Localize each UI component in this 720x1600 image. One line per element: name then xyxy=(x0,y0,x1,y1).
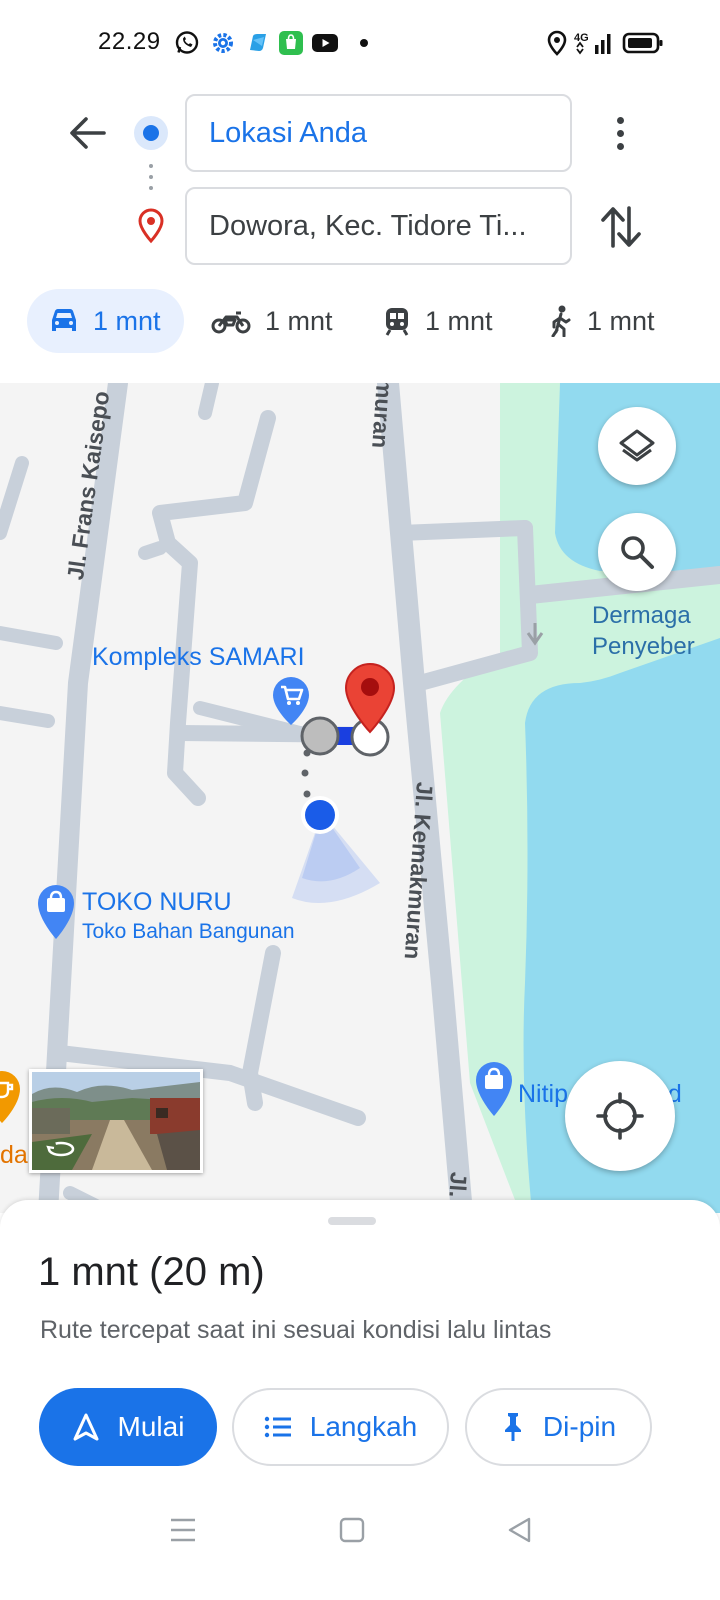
navigation-arrow-icon xyxy=(73,1413,99,1441)
tab-motorcycle-label: 1 mnt xyxy=(265,305,333,336)
layers-button[interactable] xyxy=(598,407,676,485)
back-triangle-icon xyxy=(508,1517,531,1543)
dot-icon xyxy=(360,39,368,47)
tab-walk[interactable]: 1 mnt xyxy=(525,289,675,353)
route-bottom-sheet: 1 mnt (20 m) Rute tercepat saat ini sesu… xyxy=(0,1200,720,1600)
shopping-bag-poi-2-icon[interactable] xyxy=(474,1060,514,1118)
route-summary: 1 mnt (20 m) xyxy=(38,1250,265,1294)
water-label-line2: Penyeber xyxy=(592,633,695,660)
pin-button-label: Di-pin xyxy=(542,1411,617,1442)
more-options-button[interactable] xyxy=(600,110,640,156)
map-view[interactable]: Jl. Frans Kaisepo muran Jl. Kemakmuran J… xyxy=(0,383,720,1213)
start-button-label: Mulai xyxy=(117,1411,185,1442)
shopping-cart-poi-icon[interactable] xyxy=(271,675,311,727)
poi-sublabel-toko-nuru: Toko Bahan Bangunan xyxy=(82,920,295,943)
steps-button[interactable]: Langkah xyxy=(232,1388,449,1466)
settings-icon xyxy=(213,33,233,53)
youtube-icon xyxy=(312,34,338,52)
whatsapp-icon xyxy=(175,31,199,54)
battery-icon xyxy=(622,32,663,54)
start-button[interactable]: Mulai xyxy=(39,1388,217,1466)
list-icon xyxy=(264,1416,291,1438)
origin-field[interactable]: Lokasi Anda xyxy=(185,94,572,172)
poi-label-nitip[interactable]: Nitip xyxy=(518,1080,568,1109)
travel-mode-tabs: 1 mnt 1 mnt 1 mnt 1 mnt xyxy=(27,289,687,353)
train-icon xyxy=(385,308,409,336)
tab-transit[interactable]: 1 mnt xyxy=(361,289,513,353)
poi-label-toko-nuru[interactable]: TOKO NURU xyxy=(82,888,232,917)
home-square-icon xyxy=(339,1517,365,1543)
search-icon xyxy=(621,536,654,569)
nav-menu-button[interactable] xyxy=(163,1510,203,1550)
walk-icon xyxy=(551,305,571,337)
app-icon xyxy=(250,34,266,51)
network-label: 4G xyxy=(574,32,589,44)
street-view-thumbnail[interactable] xyxy=(29,1069,203,1173)
route-subtitle: Rute tercepat saat ini sesuai kondisi la… xyxy=(40,1316,552,1344)
tab-car[interactable]: 1 mnt xyxy=(27,289,184,353)
sheet-drag-handle[interactable] xyxy=(328,1217,376,1225)
status-bar: 22.29 4G xyxy=(0,0,720,86)
360-rotate-icon xyxy=(46,1141,75,1157)
search-button[interactable] xyxy=(598,513,676,591)
destination-field[interactable]: Dowora, Kec. Tidore Ti... xyxy=(185,187,572,265)
destination-value: Dowora, Kec. Tidore Ti... xyxy=(209,209,527,242)
origin-dot-icon xyxy=(134,116,168,150)
shopping-bag-poi-icon[interactable] xyxy=(36,883,76,941)
tab-transit-label: 1 mnt xyxy=(425,305,493,336)
nav-home-button[interactable] xyxy=(332,1510,372,1550)
back-button[interactable] xyxy=(62,108,112,158)
store-icon xyxy=(279,31,303,55)
cafe-poi-icon[interactable] xyxy=(0,1069,22,1125)
signal-icon: 4G xyxy=(574,32,611,55)
pushpin-icon xyxy=(504,1413,521,1441)
road-label-kemakmuran-top: muran xyxy=(367,383,398,450)
layers-icon xyxy=(619,429,655,462)
origin-value: Lokasi Anda xyxy=(209,116,368,149)
arrow-back-icon xyxy=(70,117,106,149)
tab-car-label: 1 mnt xyxy=(93,305,161,336)
destination-pin-icon xyxy=(138,208,164,244)
route-connector xyxy=(148,164,154,194)
road-label-bottom: Jl. xyxy=(444,1171,472,1199)
location-icon xyxy=(547,30,567,56)
destination-marker-icon[interactable] xyxy=(344,662,396,734)
my-location-button[interactable] xyxy=(565,1061,675,1171)
poi-label-left-edge: da xyxy=(0,1141,28,1169)
car-icon xyxy=(52,309,76,331)
menu-icon xyxy=(171,1518,195,1542)
system-nav-bar xyxy=(0,1490,720,1560)
water-label: Dermaga Penyeber xyxy=(592,600,695,662)
water-label-line1: Dermaga xyxy=(592,602,691,629)
tab-motorcycle[interactable]: 1 mnt xyxy=(189,289,353,353)
poi-label-samari[interactable]: Kompleks SAMARI xyxy=(92,643,305,672)
pin-button[interactable]: Di-pin xyxy=(465,1388,652,1466)
motorcycle-icon xyxy=(211,311,251,334)
tab-walk-label: 1 mnt xyxy=(587,305,655,336)
steps-button-label: Langkah xyxy=(309,1411,418,1442)
status-time: 22.29 xyxy=(98,28,161,55)
swap-icon[interactable] xyxy=(598,202,644,252)
nav-back-button[interactable] xyxy=(500,1510,540,1550)
crosshair-location-icon xyxy=(596,1092,644,1140)
